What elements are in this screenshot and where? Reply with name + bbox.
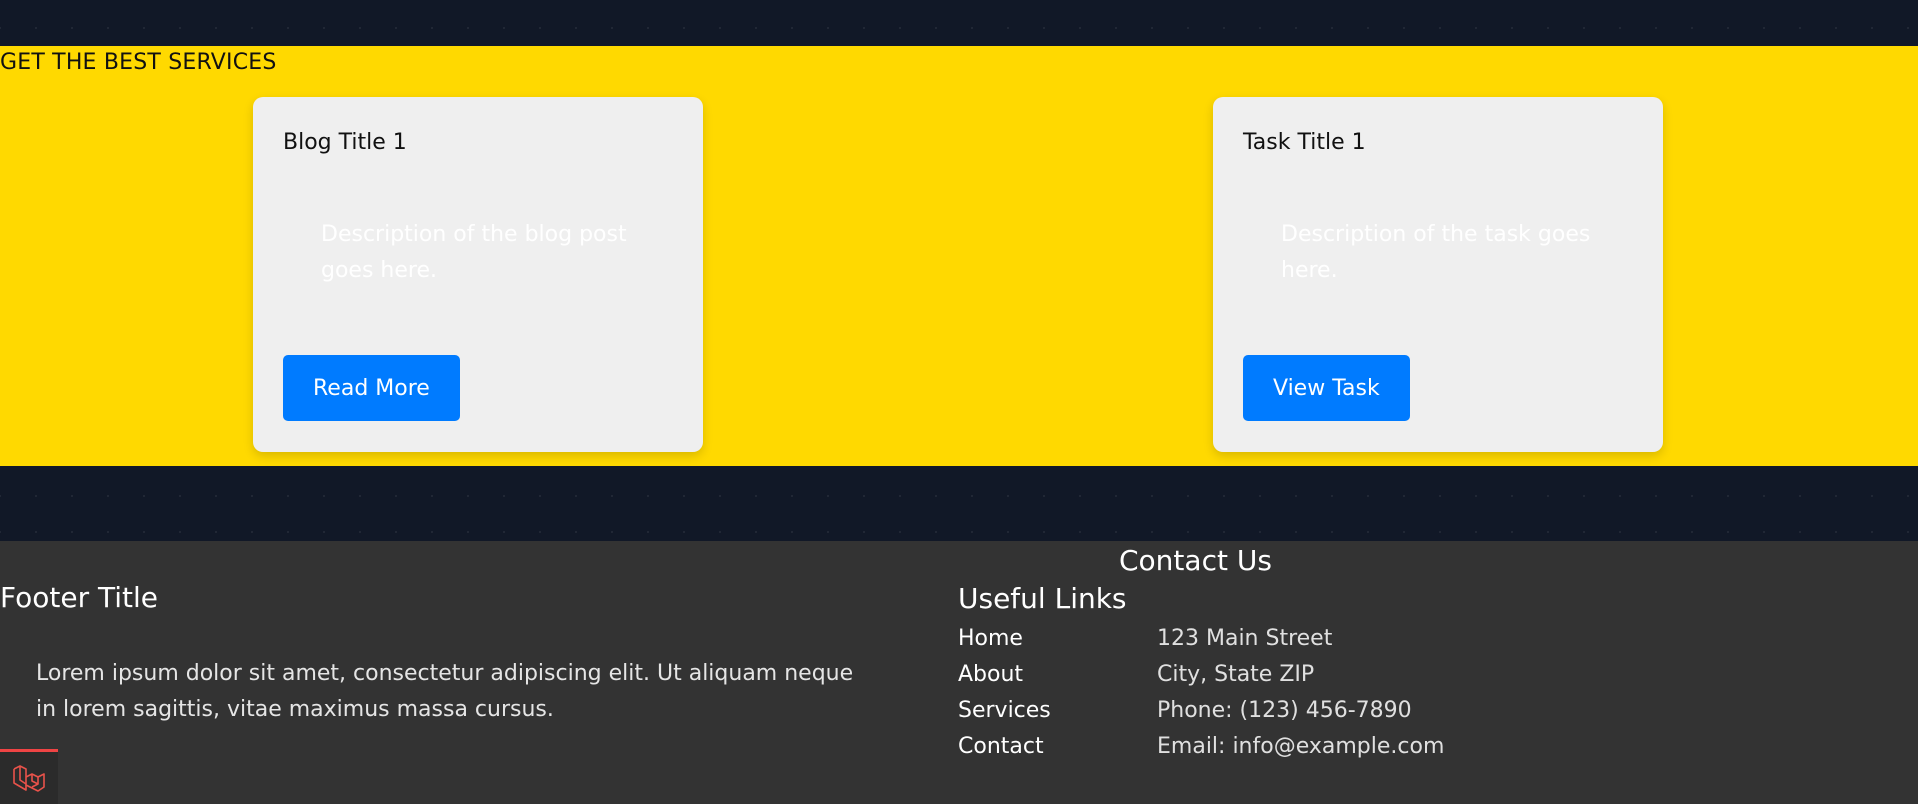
laravel-logo-icon: [13, 765, 45, 792]
services-section: GET THE BEST SERVICES Blog Title 1 Descr…: [0, 46, 1918, 466]
contact-phone: Phone: (123) 456-7890: [1157, 698, 1412, 723]
laravel-debug-badge[interactable]: [0, 749, 58, 804]
view-task-button[interactable]: View Task: [1243, 355, 1410, 421]
services-heading: GET THE BEST SERVICES: [0, 50, 277, 75]
contact-city: City, State ZIP: [1157, 662, 1315, 687]
contact-address: 123 Main Street: [1157, 626, 1333, 651]
task-card: Task Title 1 Description of the task goe…: [1213, 97, 1663, 452]
footer-link-item: Home: [958, 621, 1051, 657]
contact-details-list: 123 Main Street City, State ZIP Phone: (…: [1157, 621, 1444, 765]
footer-link-services[interactable]: Services: [958, 698, 1051, 723]
useful-links-list: Home About Services Contact: [958, 621, 1051, 765]
footer-link-contact[interactable]: Contact: [958, 734, 1044, 759]
footer-link-about[interactable]: About: [958, 662, 1023, 687]
blog-card-title: Blog Title 1: [283, 130, 407, 155]
footer: Footer Title Lorem ipsum dolor sit amet,…: [0, 541, 1918, 804]
blog-card: Blog Title 1 Description of the blog pos…: [253, 97, 703, 452]
task-card-title: Task Title 1: [1243, 130, 1366, 155]
footer-link-item: Services: [958, 693, 1051, 729]
footer-link-home[interactable]: Home: [958, 626, 1023, 651]
contact-us-title: Contact Us: [1119, 544, 1272, 577]
footer-title: Footer Title: [0, 581, 158, 614]
footer-link-item: About: [958, 657, 1051, 693]
useful-links-title: Useful Links: [958, 582, 1127, 615]
task-card-description: Description of the task goes here.: [1281, 222, 1591, 283]
contact-email: Email: info@example.com: [1157, 734, 1445, 759]
footer-text: Lorem ipsum dolor sit amet, consectetur …: [36, 661, 854, 722]
blog-card-description: Description of the blog post goes here.: [321, 222, 627, 283]
read-more-button[interactable]: Read More: [283, 355, 460, 421]
footer-link-item: Contact: [958, 729, 1051, 765]
